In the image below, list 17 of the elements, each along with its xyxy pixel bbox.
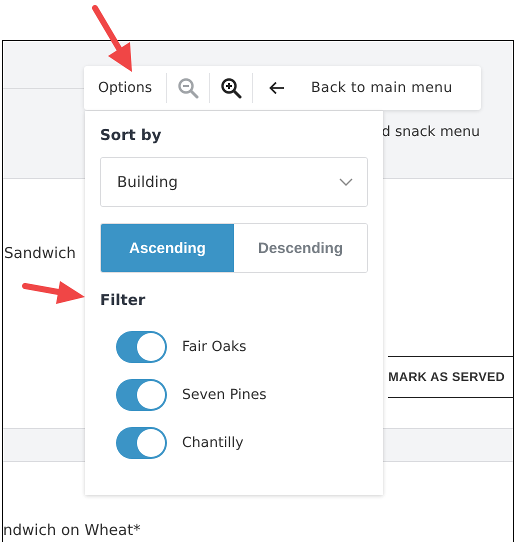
- item-name: ndwich on Wheat*: [3, 521, 141, 539]
- sort-dropdown[interactable]: Building: [100, 157, 368, 207]
- item-name: Sandwich: [4, 244, 76, 262]
- zoom-in-icon[interactable]: [220, 77, 242, 99]
- filter-label: Filter: [100, 291, 146, 309]
- toggle-switch[interactable]: [116, 427, 167, 459]
- mark-served-button[interactable]: MARK AS SERVED: [388, 356, 513, 398]
- filter-label: Seven Pines: [182, 387, 267, 403]
- back-button[interactable]: Back to main menu: [253, 66, 481, 110]
- filter-label: Chantilly: [182, 435, 244, 451]
- toggle-switch[interactable]: [116, 379, 167, 411]
- sort-label: Sort by: [100, 126, 162, 144]
- toggle-switch[interactable]: [116, 331, 167, 363]
- left-arrow-icon: [269, 81, 286, 95]
- filter-label: Fair Oaks: [182, 339, 246, 355]
- chevron-down-icon: [339, 178, 353, 186]
- options-button[interactable]: Options: [84, 66, 166, 110]
